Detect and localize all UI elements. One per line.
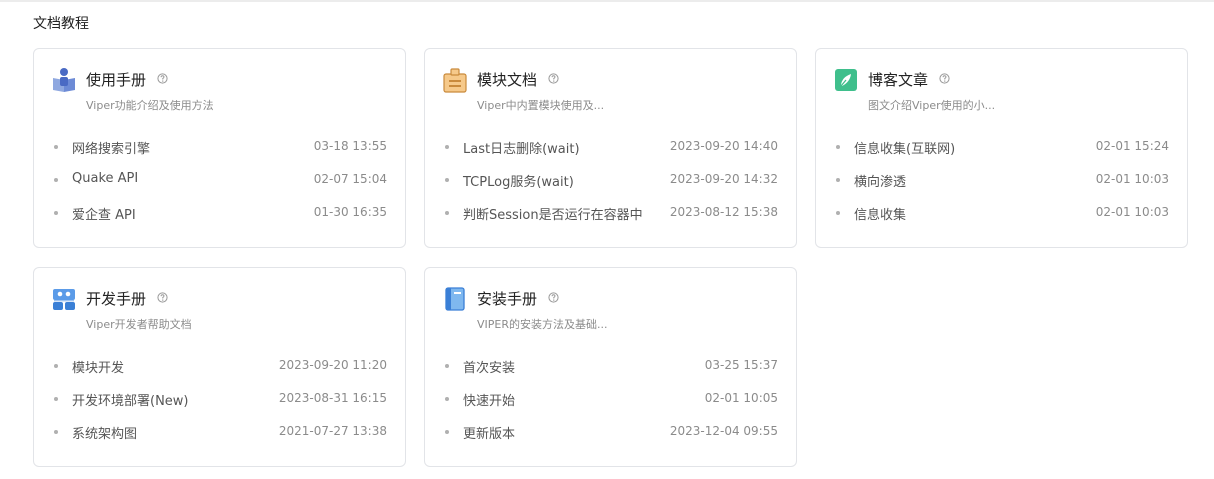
top-divider (0, 0, 1214, 2)
user-manual-icon (53, 68, 75, 92)
card-module-docs: 模块文档 Viper中内置模块使用及... Last日志删除(wait) 202… (424, 48, 797, 248)
card-user-manual: 使用手册 Viper功能介绍及使用方法 网络搜索引擎 03-18 13:55 Q… (33, 48, 406, 248)
doc-item-label[interactable]: 系统架构图 (72, 423, 137, 442)
doc-item-label[interactable]: 模块开发 (72, 357, 124, 376)
doc-item-label[interactable]: 信息收集 (854, 204, 906, 223)
card-install-manual: 安装手册 VIPER的安装方法及基础... 首次安装 03-25 15:37 快… (424, 267, 797, 467)
module-doc-icon (443, 68, 467, 93)
doc-item-label[interactable]: 快速开始 (463, 390, 515, 409)
doc-item-time: 2023-12-04 09:55 (669, 424, 778, 438)
doc-item-label[interactable]: 判断Session是否运行在容器中 (463, 204, 643, 223)
bullet-icon (836, 211, 840, 215)
bullet-icon (54, 397, 58, 401)
doc-list-item[interactable]: Quake API 02-07 15:04 (52, 169, 387, 202)
doc-list-item[interactable]: 信息收集 02-01 10:03 (834, 202, 1169, 235)
doc-item-label[interactable]: 横向渗透 (854, 171, 906, 190)
doc-list-item[interactable]: Last日志删除(wait) 2023-09-20 14:40 (443, 136, 778, 169)
doc-item-time: 2021-07-27 13:38 (278, 424, 387, 438)
doc-item-label[interactable]: 更新版本 (463, 423, 515, 442)
bullet-icon (445, 211, 449, 215)
doc-item-label[interactable]: 信息收集(互联网) (854, 138, 955, 157)
doc-item-label[interactable]: 首次安装 (463, 357, 515, 376)
card-title[interactable]: 模块文档 (477, 69, 537, 90)
bullet-icon (54, 145, 58, 149)
card-title[interactable]: 开发手册 (86, 288, 146, 309)
doc-item-time: 2023-09-20 14:40 (669, 139, 778, 153)
doc-item-time: 02-01 10:05 (704, 391, 778, 405)
doc-item-label[interactable]: 开发环境部署(New) (72, 390, 189, 409)
help-icon[interactable] (939, 73, 950, 84)
doc-list-item[interactable]: 爱企查 API 01-30 16:35 (52, 202, 387, 235)
card-description: Viper功能介绍及使用方法 (86, 99, 214, 112)
doc-item-time: 02-07 15:04 (313, 172, 387, 186)
card-blog-articles: 博客文章 图文介绍Viper使用的小... 信息收集(互联网) 02-01 15… (815, 48, 1188, 248)
doc-list-item[interactable]: 判断Session是否运行在容器中 2023-08-12 15:38 (443, 202, 778, 235)
doc-item-label[interactable]: Quake API (72, 171, 138, 186)
help-icon[interactable] (157, 73, 168, 84)
bullet-icon (54, 211, 58, 215)
bullet-icon (54, 430, 58, 434)
doc-item-time: 03-18 13:55 (313, 139, 387, 153)
card-title[interactable]: 安装手册 (477, 288, 537, 309)
developer-manual-icon (53, 289, 75, 310)
bullet-icon (445, 430, 449, 434)
bullet-icon (445, 364, 449, 368)
blog-article-icon (835, 69, 857, 91)
doc-item-label[interactable]: Last日志删除(wait) (463, 138, 580, 157)
help-icon[interactable] (548, 292, 559, 303)
card-title[interactable]: 博客文章 (868, 69, 928, 90)
doc-item-time: 01-30 16:35 (313, 205, 387, 219)
card-developer-manual: 开发手册 Viper开发者帮助文档 模块开发 2023-09-20 11:20 … (33, 267, 406, 467)
bullet-icon (445, 145, 449, 149)
help-icon[interactable] (548, 73, 559, 84)
doc-item-time: 2023-09-20 11:20 (278, 358, 387, 372)
doc-item-time: 2023-09-20 14:32 (669, 172, 778, 186)
bullet-icon (54, 178, 58, 182)
doc-item-time: 03-25 15:37 (704, 358, 778, 372)
doc-item-label[interactable]: 爱企查 API (72, 204, 136, 223)
doc-list-item[interactable]: 横向渗透 02-01 10:03 (834, 169, 1169, 202)
doc-item-time: 2023-08-12 15:38 (669, 205, 778, 219)
doc-item-time: 02-01 10:03 (1095, 172, 1169, 186)
bullet-icon (836, 178, 840, 182)
doc-list-item[interactable]: 快速开始 02-01 10:05 (443, 388, 778, 421)
card-title[interactable]: 使用手册 (86, 69, 146, 90)
card-description: Viper开发者帮助文档 (86, 318, 192, 331)
section-title: 文档教程 (33, 16, 89, 32)
card-description: Viper中内置模块使用及... (477, 99, 605, 112)
doc-item-label[interactable]: 网络搜索引擎 (72, 138, 150, 157)
doc-list-item[interactable]: 网络搜索引擎 03-18 13:55 (52, 136, 387, 169)
doc-item-time: 02-01 10:03 (1095, 205, 1169, 219)
bullet-icon (54, 364, 58, 368)
doc-item-time: 02-01 15:24 (1095, 139, 1169, 153)
doc-list-item[interactable]: 开发环境部署(New) 2023-08-31 16:15 (52, 388, 387, 421)
doc-list-item[interactable]: TCPLog服务(wait) 2023-09-20 14:32 (443, 169, 778, 202)
help-icon[interactable] (157, 292, 168, 303)
bullet-icon (836, 145, 840, 149)
bullet-icon (445, 397, 449, 401)
install-manual-icon (445, 287, 465, 311)
doc-list-item[interactable]: 首次安装 03-25 15:37 (443, 355, 778, 388)
card-description: 图文介绍Viper使用的小... (868, 99, 996, 112)
doc-list-item[interactable]: 信息收集(互联网) 02-01 15:24 (834, 136, 1169, 169)
doc-item-time: 2023-08-31 16:15 (278, 391, 387, 405)
doc-list-item[interactable]: 系统架构图 2021-07-27 13:38 (52, 421, 387, 454)
doc-list-item[interactable]: 更新版本 2023-12-04 09:55 (443, 421, 778, 454)
doc-item-label[interactable]: TCPLog服务(wait) (463, 171, 574, 190)
bullet-icon (445, 178, 449, 182)
doc-list-item[interactable]: 模块开发 2023-09-20 11:20 (52, 355, 387, 388)
card-description: VIPER的安装方法及基础... (477, 318, 608, 331)
